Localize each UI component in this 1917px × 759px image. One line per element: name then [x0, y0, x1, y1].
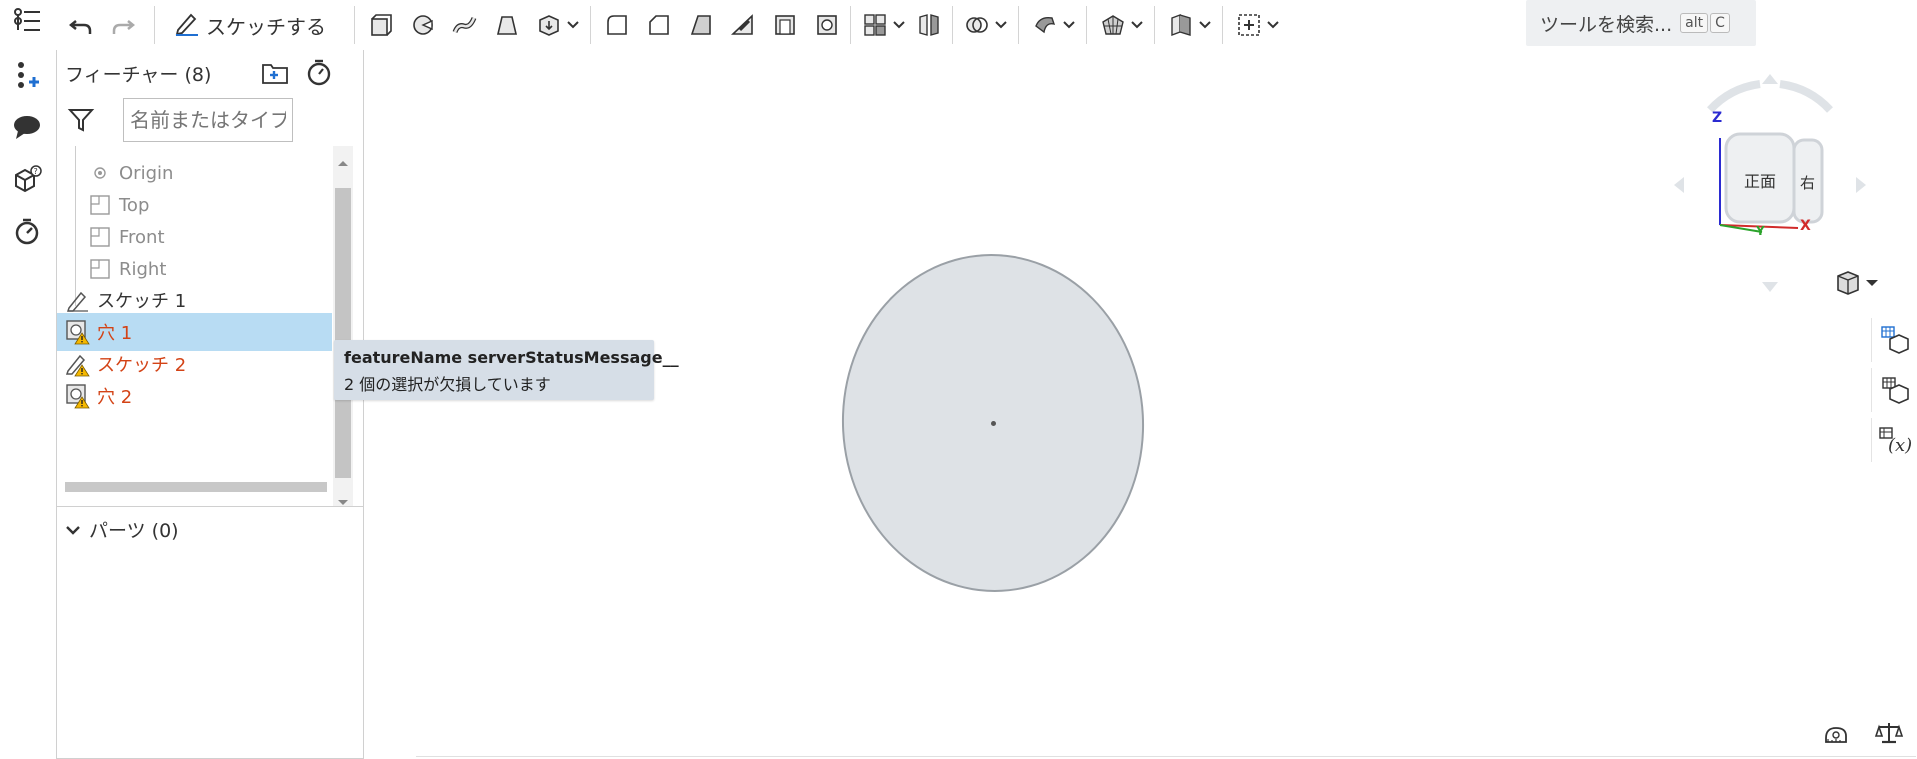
view-cube[interactable]: Z X Y 正面 右 [1670, 70, 1870, 300]
chevron-down-icon[interactable] [890, 10, 908, 40]
sheet-metal-icon[interactable] [1166, 10, 1196, 40]
viewport-bottom-edge [416, 756, 1916, 757]
feature-filter-input[interactable] [123, 98, 293, 142]
variable-table-icon[interactable]: (x) [1871, 418, 1917, 462]
axis-z-label: Z [1712, 110, 1723, 126]
scroll-up-icon[interactable] [337, 152, 349, 171]
surface-icon[interactable] [1098, 10, 1128, 40]
filter-row [63, 98, 359, 144]
chevron-down-icon[interactable] [1128, 10, 1146, 40]
feature-panel: フィーチャー (8) Origin Top Front Right [56, 50, 364, 759]
sketch-button[interactable]: スケッチする [174, 8, 326, 42]
parts-label: パーツ (0) [89, 520, 179, 542]
axis-x-label: X [1800, 218, 1811, 234]
plane-icon [87, 192, 113, 218]
new-folder-icon[interactable] [261, 60, 289, 90]
feature-panel-title: フィーチャー (8) [65, 64, 212, 86]
chevron-down-icon[interactable] [1196, 10, 1214, 40]
linear-pattern-icon[interactable] [860, 10, 890, 40]
part-studio-help-icon[interactable]: ? [10, 162, 44, 196]
svg-text:?: ? [34, 167, 38, 176]
sweep-icon[interactable] [450, 10, 480, 40]
svg-text:(x): (x) [1888, 435, 1912, 455]
hole-warning-icon [65, 383, 91, 409]
configuration-panel-icon[interactable] [1871, 368, 1917, 412]
shell-icon[interactable] [770, 10, 800, 40]
filter-icon[interactable] [67, 106, 95, 138]
tree-item-label: Front [119, 226, 165, 248]
sketch-warning-icon [65, 351, 91, 377]
parts-section[interactable]: パーツ (0) [65, 516, 179, 543]
mass-properties-icon[interactable] [1874, 720, 1904, 750]
shortcut-key-c: C [1710, 13, 1730, 33]
rib-icon[interactable] [728, 10, 758, 40]
viewcube-right-face[interactable]: 右 [1800, 172, 1815, 193]
tree-item-hole-2[interactable]: 穴 2 [57, 377, 332, 415]
chamfer-icon[interactable] [644, 10, 674, 40]
tree-item-label: スケッチ 1 [97, 291, 187, 312]
draft-icon[interactable] [686, 10, 716, 40]
rollback-timer-icon[interactable] [305, 58, 333, 90]
split-icon[interactable] [1030, 10, 1060, 40]
mirror-icon[interactable] [914, 10, 944, 40]
plane-icon [87, 224, 113, 250]
measure-tape-icon[interactable] [1822, 722, 1852, 750]
redo-icon[interactable] [108, 10, 138, 40]
origin-icon [87, 160, 113, 186]
thicken-icon[interactable] [534, 10, 564, 40]
tree-item-label: Top [119, 194, 150, 216]
revolve-icon[interactable] [408, 10, 438, 40]
extrude-icon[interactable] [366, 10, 396, 40]
boolean-icon[interactable] [962, 10, 992, 40]
sketch-label: スケッチする [206, 14, 326, 39]
chevron-down-icon[interactable] [1264, 10, 1282, 40]
tool-search-label: ツールを検索... [1540, 13, 1673, 36]
comment-icon[interactable] [10, 110, 44, 144]
chevron-down-icon [65, 519, 81, 541]
chevron-down-icon[interactable] [1060, 10, 1078, 40]
shortcut-key-alt: alt [1680, 13, 1709, 33]
undo-icon[interactable] [66, 10, 96, 40]
loft-icon[interactable] [492, 10, 522, 40]
plane-icon [87, 256, 113, 282]
chevron-down-icon[interactable] [992, 10, 1010, 40]
tree-item-label: 穴 2 [97, 387, 133, 408]
tool-search-button[interactable]: ツールを検索... alt C [1526, 0, 1756, 46]
circle-center-point[interactable] [991, 421, 996, 426]
performance-timer-icon[interactable] [10, 214, 44, 248]
left-rail: ? [0, 0, 56, 759]
tree-item-label: 穴 1 [97, 323, 133, 344]
scroll-down-icon[interactable] [337, 492, 349, 511]
appearance-panel-icon[interactable] [1871, 318, 1917, 362]
hole-warning-icon [65, 319, 91, 345]
pencil-icon [174, 10, 200, 41]
add-variable-icon[interactable] [10, 58, 44, 92]
fillet-icon[interactable] [602, 10, 632, 40]
feature-tree-hscrollbar[interactable] [65, 482, 327, 492]
axis-y-label: Y [1756, 224, 1765, 238]
view-mode-icon[interactable] [1834, 268, 1882, 302]
sketch-icon [65, 287, 91, 313]
scrollbar-thumb[interactable] [335, 188, 351, 478]
tree-item-label: Right [119, 258, 167, 280]
feature-tree-scrollbar[interactable] [333, 146, 353, 506]
tree-item-label: スケッチ 2 [97, 355, 187, 376]
tree-item-label: Origin [119, 162, 174, 184]
feature-list-icon[interactable] [10, 4, 44, 38]
viewcube-front-face[interactable]: 正面 [1744, 168, 1776, 192]
hole-icon[interactable] [812, 10, 842, 40]
add-custom-feature-icon[interactable] [1234, 10, 1264, 40]
chevron-down-icon[interactable] [564, 10, 582, 40]
